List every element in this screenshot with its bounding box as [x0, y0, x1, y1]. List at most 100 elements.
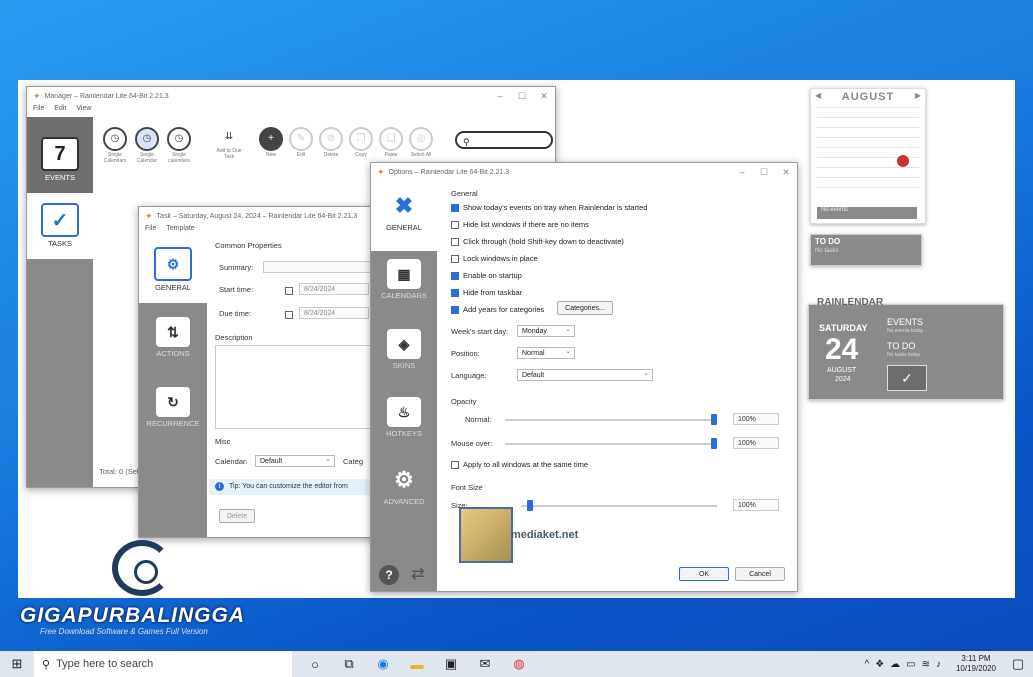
today-marker — [897, 155, 909, 167]
categories-button[interactable]: Categories... — [557, 301, 613, 315]
minimize-icon[interactable]: – — [731, 167, 753, 177]
clipboard-check-icon: ✓ — [41, 203, 79, 237]
tool-copy[interactable]: ❐ Copy — [347, 127, 375, 158]
widget-year: 2024 — [835, 376, 851, 383]
summary-label: Summary: — [219, 263, 254, 272]
info-icon: i — [215, 482, 224, 491]
battery-icon[interactable]: ▭ — [906, 659, 915, 670]
tool-new[interactable]: + New — [257, 127, 285, 158]
menu-file[interactable]: File — [33, 105, 44, 117]
normal-opacity-thumb[interactable] — [711, 414, 717, 425]
taskbar-search[interactable]: ⚲ Type here to search — [34, 651, 292, 677]
font-size-slider[interactable] — [521, 505, 717, 507]
notification-icon[interactable]: ▢ — [1003, 656, 1033, 672]
cancel-button[interactable]: Cancel — [735, 567, 785, 581]
check-enable-startup[interactable]: Enable on startup — [451, 271, 522, 280]
normal-opacity-value[interactable]: 100% — [733, 413, 779, 425]
clock[interactable]: 3:11 PM 10/19/2020 — [949, 654, 1003, 674]
file-explorer-icon[interactable]: ▬ — [400, 657, 434, 672]
language-select[interactable]: Default — [517, 368, 653, 381]
menu-template[interactable]: Template — [166, 225, 194, 237]
chevron-up-icon[interactable]: ^ — [864, 659, 869, 670]
nav-tasks[interactable]: ✓ TASKS — [27, 193, 93, 259]
nav-events[interactable]: 7 EVENTS — [27, 117, 93, 193]
normal-opacity-slider[interactable] — [505, 419, 717, 421]
start-date-input[interactable]: 8/24/2024 — [299, 283, 369, 295]
skins-icon: ◈ — [387, 329, 421, 359]
menu-view[interactable]: View — [76, 105, 91, 117]
store-icon[interactable]: ▣ — [434, 656, 468, 672]
todo-widget[interactable]: TO DO No tasks — [810, 234, 922, 266]
mouse-over-slider[interactable] — [505, 443, 717, 445]
prev-month-icon[interactable]: ◀ — [815, 91, 821, 100]
help-icon[interactable]: ? — [379, 565, 399, 585]
calendar-widget[interactable]: AUGUST ◀ ▶ No events — [810, 88, 926, 224]
week-start-select[interactable]: Monday — [517, 324, 575, 337]
cortana-icon[interactable]: ○ — [298, 657, 332, 672]
options-nav-general[interactable]: ✖ GENERAL — [371, 181, 437, 251]
volume-icon[interactable]: ♪ — [936, 659, 941, 670]
check-lock-windows[interactable]: Lock windows in place — [451, 254, 538, 263]
maximize-icon[interactable]: ☐ — [511, 91, 533, 102]
check-click-through[interactable]: Click through (hold Shift-key down to de… — [451, 237, 624, 246]
dropbox-icon[interactable]: ❖ — [875, 659, 884, 670]
close-icon[interactable]: ✕ — [533, 91, 555, 102]
position-select[interactable]: Normal — [517, 346, 575, 359]
font-size-value[interactable]: 100% — [733, 499, 779, 511]
edit-icon: ✎ — [289, 127, 313, 151]
due-time-checkbox[interactable] — [285, 311, 293, 319]
task-nav-recurrence[interactable]: ↻ RECURRENCE — [139, 387, 207, 447]
options-nav-skins[interactable]: ◈ SKINS — [371, 329, 437, 389]
tool-single-calendar[interactable]: ◷ Single Calendar — [133, 127, 161, 164]
start-time-checkbox[interactable] — [285, 287, 293, 295]
due-date-input[interactable]: 8/24/2024 — [299, 307, 369, 319]
options-titlebar[interactable]: ✦ Options – Rainlendar Lite 64-Bit 2.21.… — [371, 163, 797, 181]
mail-icon[interactable]: ✉ — [468, 656, 502, 672]
check-show-today[interactable]: Show today's events on tray when Rainlen… — [451, 203, 647, 212]
system-tray[interactable]: ^ ❖ ☁ ▭ ≋ ♪ — [864, 659, 941, 670]
tool-paste[interactable]: ❏ Paste — [377, 127, 405, 158]
tool-select-all[interactable]: ◎ Select All — [407, 127, 435, 158]
minimize-icon[interactable]: – — [489, 91, 511, 101]
close-icon[interactable]: ✕ — [775, 167, 797, 178]
description-textarea[interactable] — [215, 345, 375, 429]
options-title: Options – Rainlendar Lite 64-Bit 2.21.3 — [388, 168, 510, 176]
delete-button[interactable]: Delete — [219, 509, 255, 523]
calendar-select[interactable]: Default — [255, 454, 335, 467]
mouse-over-value[interactable]: 100% — [733, 437, 779, 449]
font-size-thumb[interactable] — [527, 500, 533, 511]
menu-file[interactable]: File — [145, 225, 156, 237]
check-hide-taskbar[interactable]: Hide from taskbar — [451, 288, 522, 297]
tool-add-due-task[interactable]: ⇊ Add to Due Task — [215, 127, 243, 160]
task-nav-general[interactable]: ⚙ GENERAL — [139, 237, 207, 303]
task-nav-actions[interactable]: ⇅ ACTIONS — [139, 317, 207, 377]
next-month-icon[interactable]: ▶ — [915, 91, 921, 100]
check-apply-all[interactable]: Apply to all windows at the same time — [451, 460, 588, 469]
edge-icon[interactable]: ◉ — [366, 656, 400, 672]
chrome-icon[interactable]: ◍ — [502, 656, 536, 672]
options-nav-hotkeys[interactable]: ♨ HOTKEYS — [371, 397, 437, 457]
windows-start-icon[interactable]: ⊞ — [0, 656, 34, 672]
task-view-icon[interactable]: ⧉ — [332, 656, 366, 672]
options-nav-calendars[interactable]: ▦ CALENDARS — [371, 259, 437, 319]
maximize-icon[interactable]: ☐ — [753, 167, 775, 178]
ok-button[interactable]: OK — [679, 567, 729, 581]
tool-single-calendars[interactable]: ◷ Single Calendars — [101, 127, 129, 164]
check-hide-list[interactable]: Hide list windows if there are no items — [451, 220, 589, 229]
options-nav-advanced[interactable]: ⚙ ADVANCED — [371, 465, 437, 525]
tool-edit[interactable]: ✎ Edit — [287, 127, 315, 158]
wifi-icon[interactable]: ≋ — [922, 659, 930, 670]
check-add-years[interactable]: Add years for categories — [451, 305, 544, 314]
summary-input[interactable] — [263, 261, 379, 273]
tool-delete[interactable]: ⊘ Delete — [317, 127, 345, 158]
task-titlebar[interactable]: ✦ Task – Saturday, August 24, 2024 – Rai… — [139, 207, 379, 225]
sync-icon[interactable]: ⇄ — [407, 565, 429, 585]
rainlendar-widget[interactable]: RAINLENDAR SATURDAY 24 AUGUST 2024 EVENT… — [808, 297, 1004, 400]
menu-edit[interactable]: Edit — [54, 105, 66, 117]
mouse-over-thumb[interactable] — [711, 438, 717, 449]
cloud-icon[interactable]: ☁ — [890, 659, 900, 670]
manager-titlebar[interactable]: ✦ Manager – Rainlendar Lite 64-Bit 2.21.… — [27, 87, 555, 105]
tool-single-calendars-2[interactable]: ◷ Single calendars — [165, 127, 193, 164]
search-input[interactable]: ⚲ — [455, 131, 553, 149]
checkmark-icon[interactable]: ✓ — [887, 365, 927, 391]
